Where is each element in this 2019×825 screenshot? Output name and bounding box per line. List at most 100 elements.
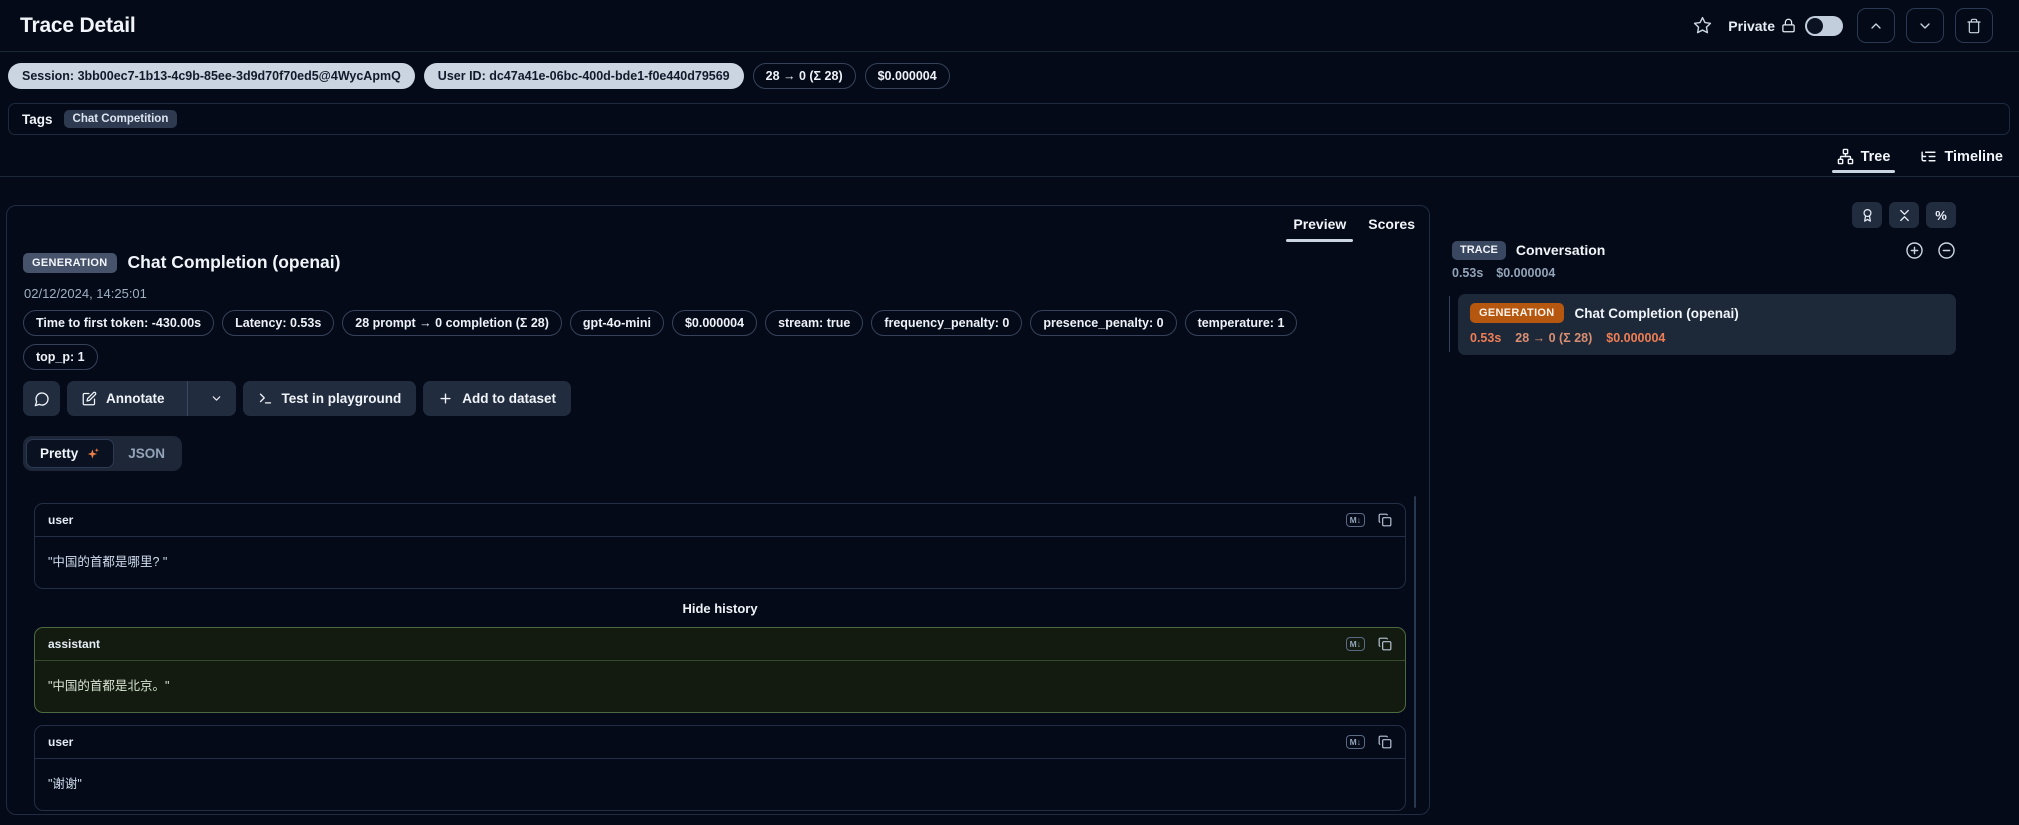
fold-vertical-icon [1897,208,1912,223]
generation-node-row[interactable]: GENERATION Chat Completion (openai) 0.53… [1458,294,1956,355]
detail-tabs: Preview Scores [1285,212,1423,242]
copy-button[interactable] [1378,637,1392,651]
message-content: "谢谢" [35,759,1405,810]
cost-badge: $0.000004 [865,63,950,89]
add-to-dataset-button[interactable]: Add to dataset [423,381,571,416]
percent-icon: % [1935,208,1947,223]
annotate-split-button: Annotate [67,381,236,416]
message-header: user M↓ [35,504,1405,537]
message-list: user M↓ "中国的首都是哪里? " Hide history assist… [34,503,1406,811]
expand-all-button[interactable] [1904,240,1924,260]
metric-latency: Latency: 0.53s [222,310,334,336]
message-assistant: assistant M↓ "中国的首都是北京。" [34,627,1406,713]
header-controls: Private [1687,8,1993,43]
format-pretty-segment[interactable]: Pretty [26,439,114,468]
node-tokens: 28 → 0 (Σ 28) [1515,331,1592,345]
annotate-button[interactable]: Annotate [67,381,178,416]
metric-top-p: top_p: 1 [23,344,98,370]
action-bar: Annotate Test in playground Add to datas… [23,381,571,416]
page-title: Trace Detail [20,14,136,38]
message-tools: M↓ [1346,637,1392,651]
caret-down-icon [210,392,223,405]
message-header: user M↓ [35,726,1405,759]
observation-type-badge: GENERATION [23,253,117,273]
tab-tree[interactable]: Tree [1835,148,1893,165]
next-trace-button[interactable] [1906,8,1944,43]
annotate-pen-icon [82,391,97,406]
playground-button[interactable]: Test in playground [243,381,417,416]
spacer [34,713,1406,725]
collapse-node-button[interactable] [1936,240,1956,260]
tree-guide-line [1449,296,1450,352]
metric-frequency-penalty: frequency_penalty: 0 [871,310,1022,336]
privacy-toggle[interactable] [1805,16,1843,36]
metric-model: gpt-4o-mini [570,310,664,336]
metric-cost: $0.000004 [672,310,757,336]
annotate-dropdown-button[interactable] [197,381,236,416]
scores-toggle-button[interactable] [1852,202,1882,228]
page-header: Trace Detail Private [0,0,2019,52]
playground-label: Test in playground [282,391,402,406]
tree-icon [1837,148,1854,165]
metric-time-to-first-token: Time to first token: -430.00s [23,310,214,336]
trace-root-row[interactable]: TRACE Conversation [1452,240,1956,260]
tree-node-wrap: GENERATION Chat Completion (openai) 0.53… [1444,294,1956,355]
trash-icon [1966,18,1982,34]
copy-icon [1378,735,1392,749]
metric-stream: stream: true [765,310,863,336]
user-id-badge[interactable]: User ID: dc47a41e-06bc-400d-bde1-f0e440d… [424,63,744,89]
copy-icon [1378,637,1392,651]
tag-chip[interactable]: Chat Competition [64,110,178,128]
tags-row[interactable]: Tags Chat Competition [8,103,2010,135]
format-json-segment[interactable]: JSON [114,439,179,468]
circle-plus-icon [1905,241,1924,260]
metrics-toggle-button[interactable]: % [1926,202,1956,228]
trace-badge: TRACE [1452,241,1506,260]
hide-history-link[interactable]: Hide history [34,589,1406,627]
metrics-row: Time to first token: -430.00s Latency: 0… [23,310,1297,336]
message-header: assistant M↓ [35,628,1405,661]
trace-metrics: 0.53s $0.000004 [1452,266,1555,280]
plus-icon [438,391,453,406]
markdown-toggle-icon[interactable]: M↓ [1346,513,1365,527]
message-content: "中国的首都是北京。" [35,661,1405,712]
collapse-all-button[interactable] [1889,202,1919,228]
sparkles-icon [86,447,100,461]
copy-button[interactable] [1378,735,1392,749]
observation-title: Chat Completion (openai) [128,252,341,273]
message-role: user [48,735,73,749]
session-badge[interactable]: Session: 3bb00ec7-1b13-4c9b-85ee-3d9d70f… [8,63,415,89]
message-content: "中国的首都是哪里? " [35,537,1405,588]
message-user-2: user M↓ "谢谢" [34,725,1406,811]
pretty-label: Pretty [40,446,78,461]
privacy-control: Private [1728,16,1846,36]
token-usage-badge: 28 → 0 (Σ 28) [753,63,856,89]
chevron-down-icon [1917,18,1933,34]
tree-panel-actions: % [1852,202,1956,228]
lock-icon [1781,18,1796,33]
comments-button[interactable] [23,381,60,416]
message-tools: M↓ [1346,513,1392,527]
markdown-toggle-icon[interactable]: M↓ [1346,637,1365,651]
tab-preview[interactable]: Preview [1285,212,1354,242]
view-tabs: Tree Timeline [0,143,2019,177]
trace-row-actions [1904,240,1956,260]
markdown-toggle-icon[interactable]: M↓ [1346,735,1365,749]
bookmark-button[interactable] [1687,11,1717,41]
copy-icon [1378,513,1392,527]
tab-scores[interactable]: Scores [1360,212,1423,242]
timeline-icon [1920,148,1937,165]
metric-presence-penalty: presence_penalty: 0 [1030,310,1176,336]
button-divider [187,381,188,416]
vertical-scrollbar[interactable] [1414,496,1416,808]
tab-timeline[interactable]: Timeline [1918,148,2005,165]
trace-cost: $0.000004 [1496,266,1555,280]
delete-trace-button[interactable] [1955,8,1993,43]
previous-trace-button[interactable] [1857,8,1895,43]
copy-button[interactable] [1378,513,1392,527]
observation-timestamp: 02/12/2024, 14:25:01 [24,286,147,301]
message-role: assistant [48,637,100,651]
toggle-knob [1807,18,1823,34]
observation-header: GENERATION Chat Completion (openai) [23,252,340,273]
terminal-icon [258,391,273,406]
